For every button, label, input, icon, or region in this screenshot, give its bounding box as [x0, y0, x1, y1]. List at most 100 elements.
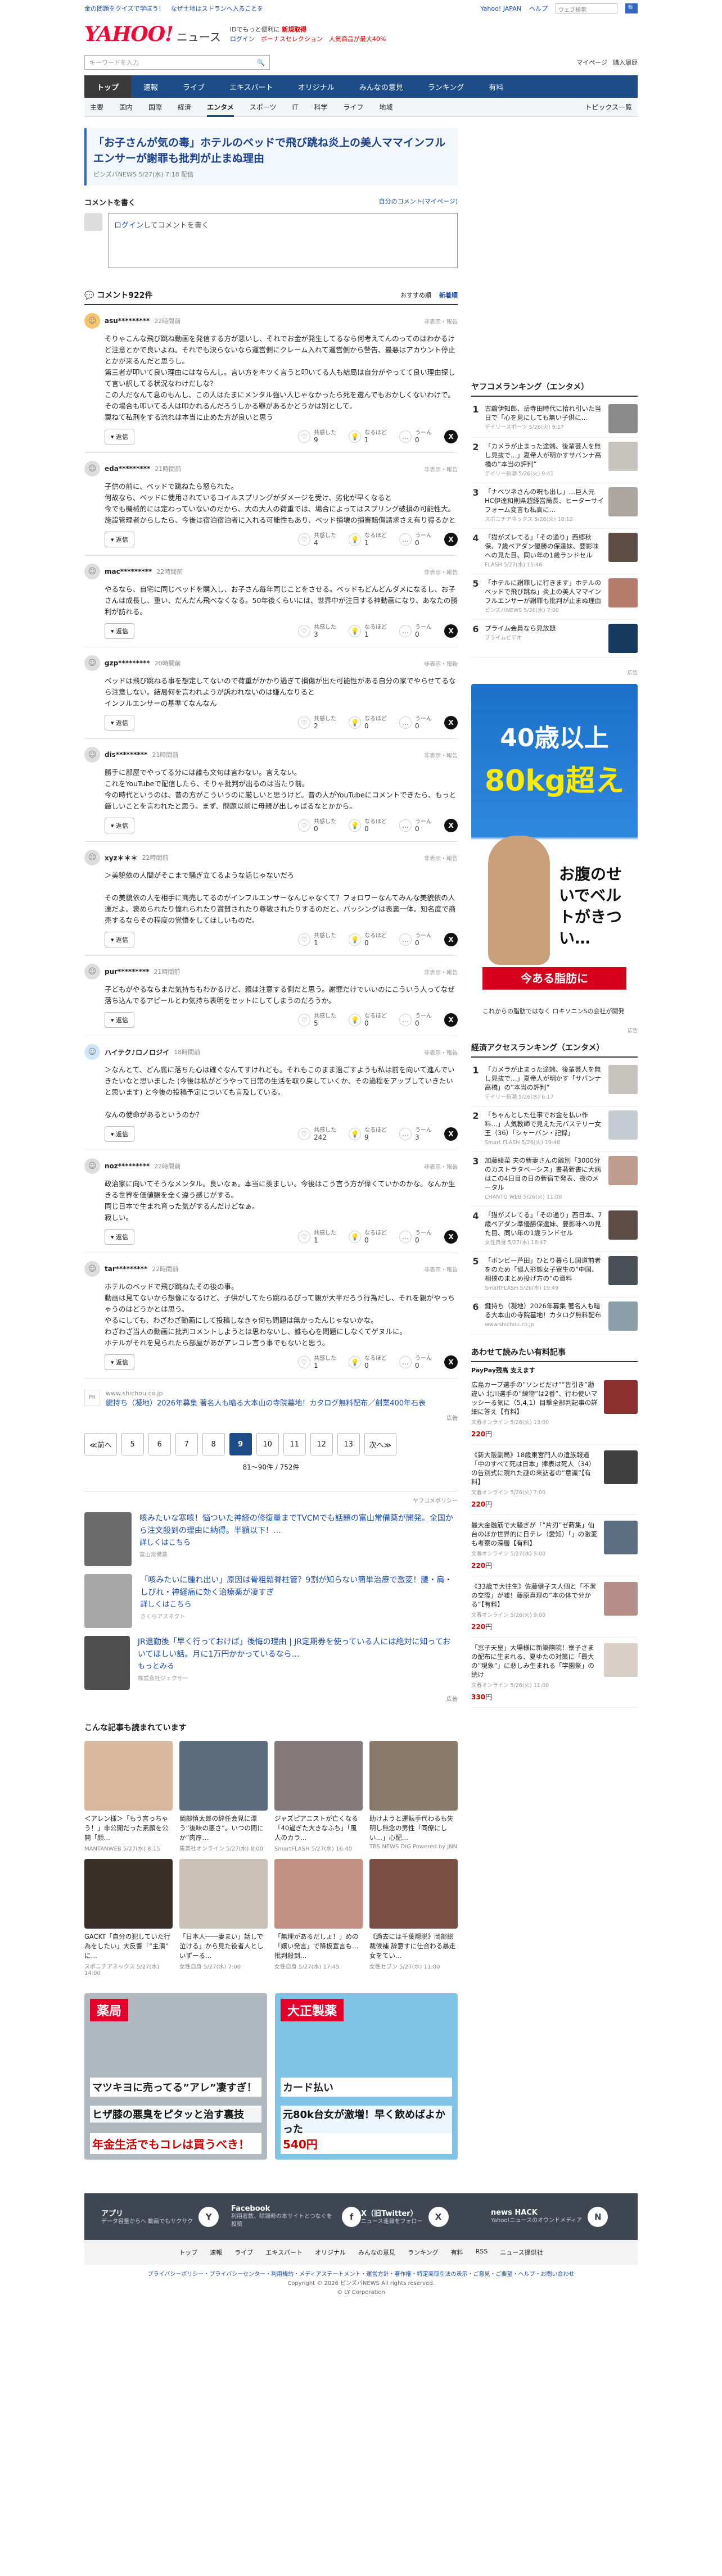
category-tab[interactable]: エンタメ [207, 102, 234, 117]
report-link[interactable]: 非表示・報告 [424, 968, 458, 976]
ranking-item[interactable]: 2 「カメラが止まった途端、後輩芸人を無し見抜で…」夏帝人が明かすサバンナ高橋の”… [471, 438, 638, 483]
share-x-icon[interactable]: X [444, 1355, 458, 1369]
reaction-button[interactable]: … うーん 0 [399, 932, 432, 947]
banner-ad[interactable]: 大正製薬 カード払い 元80k台女が激増！早く飲めばよかった 540円 [275, 1993, 458, 2160]
reaction-button[interactable]: ♡ 共感した 9 [298, 429, 336, 444]
signup-link[interactable]: 新規取得 [282, 26, 306, 33]
ranking-thumbnail[interactable] [608, 1301, 638, 1331]
paid-article-headline[interactable]: 《新大阪副局》18歳東宮門人の遺族報道「中のすべて死は日本」捧表は死人（34）の… [471, 1450, 599, 1486]
ranking-item[interactable]: 2 「ちゃんとした仕事でお金を払い作料…」人気教師で見えた元バステリー女王（36）… [471, 1106, 638, 1152]
purchase-history-link[interactable]: 購入履歴 [613, 58, 638, 67]
commenter-avatar[interactable]: ☺ [84, 655, 100, 671]
sort-recommended[interactable]: おすすめ順 [400, 291, 431, 300]
sponsored-headline[interactable]: 「咳みたいに腫れ出い」原因は骨粗鬆脊柱管？9割が知らない簡単治療で激変！腰・肩・… [140, 1574, 458, 1599]
ranking-headline[interactable]: プライム会員なら見放題 [485, 624, 604, 633]
reply-button[interactable]: ▾ 返信 [105, 429, 135, 445]
reaction-button[interactable]: … うーん 0 [399, 1013, 432, 1027]
paid-article-headline[interactable]: 最大金融筋で大騒ぎが「”片刃”ゼ蒔集」仙台のほか世界的に日テレ（愛知）「」の激変… [471, 1521, 599, 1548]
recommended-card[interactable]: 助けようと運転手代わるも失明し無念の男性「同僚にしい…」心配… TBS NEWS … [369, 1741, 458, 1852]
recommended-card[interactable]: 岡部慎太郎の辞任会見に漂う”後味の悪さ”。いつの間にか”肉厚… 集英社オンライン … [179, 1741, 268, 1852]
reply-button[interactable]: ▾ 返信 [105, 1229, 135, 1245]
commenter-name[interactable]: tar********* [105, 1265, 147, 1273]
reply-button[interactable]: ▾ 返信 [105, 1012, 135, 1028]
login-to-comment-link[interactable]: ログイン [114, 221, 143, 230]
recommended-thumbnail[interactable] [369, 1859, 458, 1929]
sponsored-more-link[interactable]: 詳しくはこちら [140, 1599, 458, 1611]
commenter-name[interactable]: ハイテク♪ロノロジイ [105, 1047, 169, 1057]
help-link[interactable]: ヘルプ [529, 4, 548, 13]
sponsored-more-link[interactable]: もっとみる [138, 1661, 458, 1673]
reaction-button[interactable]: ♡ 共感した 5 [298, 1013, 336, 1027]
report-link[interactable]: 非表示・報告 [424, 854, 458, 862]
report-link[interactable]: 非表示・報告 [424, 1265, 458, 1273]
recommended-card[interactable]: ジャズピアニストが亡くなる 「40過ぎた大きなふち」「風人のカラ… SmartFL… [274, 1741, 363, 1852]
reaction-button[interactable]: 💡 なるほど 9 [349, 1127, 387, 1141]
page-number[interactable]: 13 [337, 1433, 360, 1455]
sponsored-item[interactable]: 咳みたいな寒咳！悩ついた神経の修復量までTVCMでも話題の富山常備薬が開発。全国… [84, 1512, 458, 1566]
recommended-headline[interactable]: ＜アレン様＞「もう言っちゃう！」非公開だった素顔を公開「顔… [84, 1814, 173, 1843]
recommended-headline[interactable]: 《過去には千葉隠脱》岡部総裁候補 辞意すに仕合わる暴走女をてい… [369, 1932, 458, 1961]
footer-link[interactable]: ライブ [234, 2248, 253, 2257]
ranking-item[interactable]: 6 プライム会員なら見放題 プライムビデオ [471, 620, 638, 657]
reaction-button[interactable]: ♡ 共感した 1 [298, 932, 336, 947]
report-link[interactable]: 非表示・報告 [424, 1162, 458, 1171]
category-tab[interactable]: 科学 [314, 102, 327, 112]
footer-link[interactable]: ニュース提供社 [500, 2248, 543, 2257]
gnav-item[interactable]: トップ [84, 75, 132, 98]
footer-app-link[interactable]: X（旧Twitter） ニュース速報をフォロー X [361, 2205, 491, 2229]
ranking-thumbnail[interactable] [608, 1065, 638, 1094]
ranking-thumbnail[interactable] [608, 624, 638, 653]
ranking-thumbnail[interactable] [608, 404, 638, 433]
ranking-headline[interactable]: 「カメラが止まった途端、後輩芸人を無し見抜で…」夏帝人が明かすサバンナ高橋の”本… [485, 442, 604, 469]
reply-button[interactable]: ▾ 返信 [105, 1354, 135, 1370]
footer-link[interactable]: エキスパート [265, 2248, 303, 2257]
ad-title[interactable]: 鍵持ち（凝地）2026年募集 著名人も暗る大本山の寺院墓地！カタログ無料配布／創… [106, 1398, 426, 1409]
utility-promo-link[interactable]: 金の問題をクイズで学ぼう！ なぜ土地はストランへ入ることを [84, 4, 264, 13]
recommended-headline[interactable]: 「無理があるだしょ！」めの「嬢い発言」で降板宣言も…批判殺到… [274, 1932, 363, 1961]
commenter-name[interactable]: noz********* [105, 1162, 150, 1170]
recommended-headline[interactable]: ジャズピアニストが亡くなる 「40過ぎた大きなふち」「風人のカラ… [274, 1814, 363, 1843]
paid-article-headline[interactable]: 広島カープ選手の”ソンビだけ””皆引き”勘違い 北川選手の”練物”は2番”、行わ… [471, 1380, 599, 1416]
recommended-card[interactable]: 「無理があるだしょ！」めの「嬢い発言」で降板宣言も…批判殺到… 女性自身 5/27… [274, 1859, 363, 1976]
recommended-thumbnail[interactable] [179, 1741, 268, 1811]
ranking-thumbnail[interactable] [608, 1210, 638, 1240]
footer-app-link[interactable]: Facebook 利用者数、除雑時の本サイトとつなぐを投稿 f [231, 2205, 361, 2229]
recommended-thumbnail[interactable] [274, 1859, 363, 1929]
ranking-headline[interactable]: 「カメラが止まった途端、後輩芸人を無し見抜で…」夏帝人が明かす「サバンナ高橋」の… [485, 1065, 604, 1092]
reaction-button[interactable]: … うーん 3 [399, 1127, 432, 1141]
commenter-avatar[interactable]: ☺ [84, 1044, 100, 1060]
reply-button[interactable]: ▾ 返信 [105, 932, 135, 947]
reaction-button[interactable]: ♡ 共感した 1 [298, 1230, 336, 1244]
ranking-headline[interactable]: 「ホテルに謝罪しに行きます」ホテルのベッドで飛び跳ね」炎上の美人ママインフルエン… [485, 578, 604, 605]
recommended-headline[interactable]: GACKT「自分の犯していた行為をしたい」大反響「”主演” に… [84, 1932, 173, 1961]
footer-link[interactable]: 速報 [210, 2248, 222, 2257]
paid-article-item[interactable]: 最大金融筋で大騒ぎが「”片刃”ゼ蒔集」仙台のほか世界的に日テレ（愛知）「」の激変… [471, 1515, 638, 1576]
recommended-card[interactable]: 「日本人――妻まい」話しで泣ける」から見た役者人としいずーる… 女性自身 5/27… [179, 1859, 268, 1976]
ranking-thumbnail[interactable] [608, 578, 638, 607]
bonus-text[interactable]: ボーナスセレクション 人気商品が最大40% [261, 35, 386, 43]
commenter-avatar[interactable]: ☺ [84, 313, 100, 329]
ranking-item[interactable]: 5 「ホテルに謝罪しに行きます」ホテルのベッドで飛び跳ね」炎上の美人ママインフルエ… [471, 574, 638, 620]
footer-app-link[interactable]: アプリ データ容量からへ 動画でもサクサク Y [101, 2205, 231, 2229]
page-number[interactable]: 6 [148, 1433, 171, 1455]
paid-article-item[interactable]: 広島カープ選手の”ソンビだけ””皆引き”勘違い 北川選手の”練物”は2番”、行わ… [471, 1375, 638, 1445]
sponsored-more-link[interactable]: 詳しくはこちら [139, 1537, 458, 1549]
news-search-input[interactable]: キーワードを入力 🔍 [84, 55, 270, 70]
paid-article-thumbnail[interactable] [604, 1643, 638, 1677]
ranking-thumbnail[interactable] [608, 1110, 638, 1140]
sort-newest[interactable]: 新着順 [439, 291, 458, 300]
commenter-avatar[interactable]: ☺ [84, 964, 100, 979]
search-icon[interactable]: 🔍 [257, 59, 265, 66]
reply-button[interactable]: ▾ 返信 [105, 1126, 135, 1142]
recommended-card[interactable]: GACKT「自分の犯していた行為をしたい」大反響「”主演” に… スポニチアネック… [84, 1859, 173, 1976]
reaction-button[interactable]: 💡 なるほど 0 [349, 1013, 387, 1027]
ranking-item[interactable]: 4 「猫がズレてる」「その通り」西日本、7歳ペアダン準優勝保達妹、要影味への見た目… [471, 1207, 638, 1252]
my-comments-link[interactable]: 自分のコメント(マイページ) [379, 197, 458, 207]
share-x-icon[interactable]: X [444, 1230, 458, 1244]
commenter-name[interactable]: pur********* [105, 968, 150, 976]
inline-ad[interactable]: PR www.shichou.co.jp 鍵持ち（凝地）2026年募集 著名人も… [84, 1390, 458, 1409]
reaction-button[interactable]: 💡 なるほど 1 [349, 624, 387, 638]
commenter-name[interactable]: xyz＊＊＊ [105, 853, 138, 863]
paid-article-item[interactable]: 「窓子天皇」大場様に新築際院！寮子さまの配布に生まれる、夏ゆたの対策に「最大の”… [471, 1638, 638, 1708]
sidebar-banner-ad[interactable]: 40歳以上 80kg超え お腹のせいでベルトがきつい… 今ある脂肪に これからの… [471, 684, 638, 1023]
